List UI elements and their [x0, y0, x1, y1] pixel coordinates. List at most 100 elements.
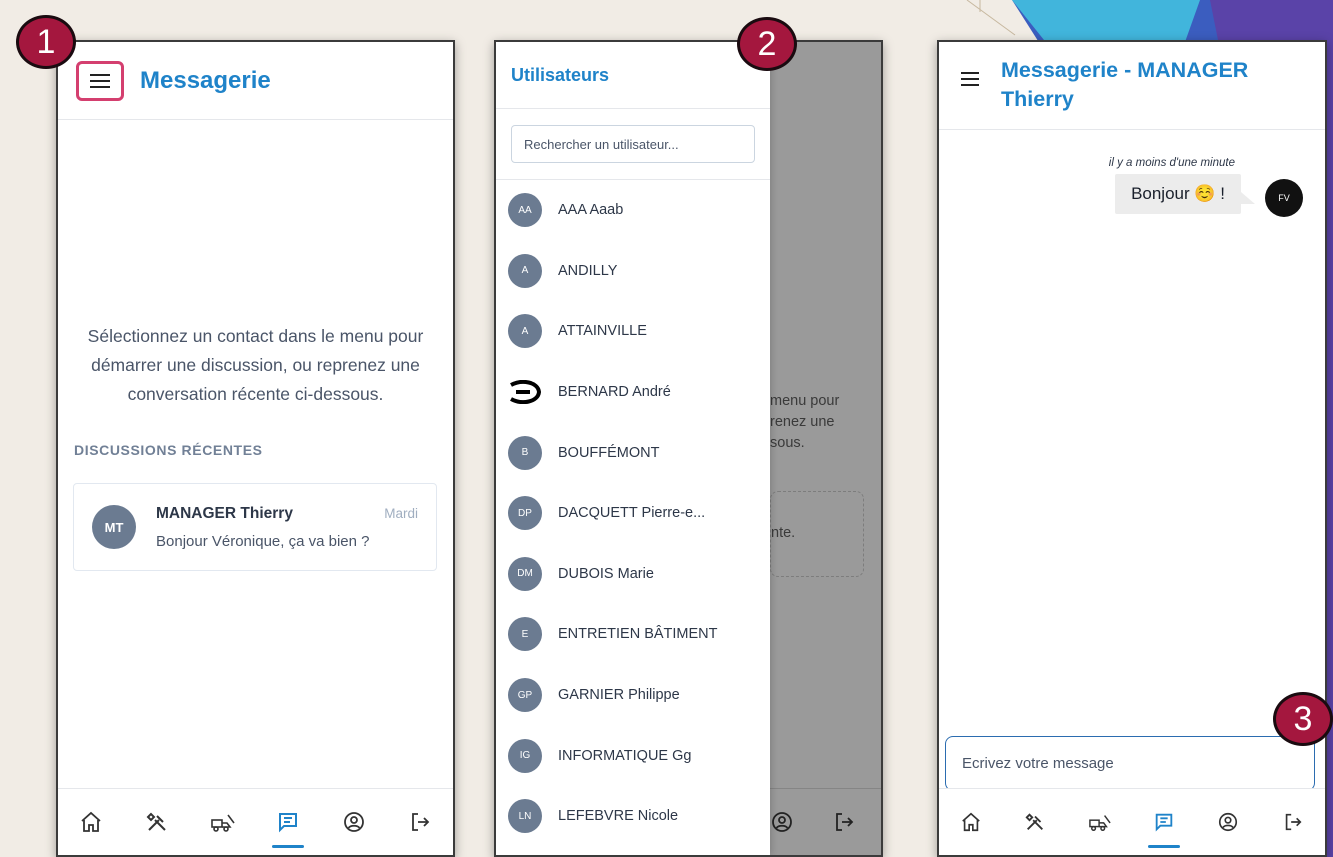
profile-icon: [1219, 812, 1238, 832]
avatar: A: [508, 253, 542, 288]
avatar: [508, 375, 542, 409]
avatar: IG: [508, 738, 542, 773]
user-name: DUBOIS Marie: [558, 565, 654, 582]
screen-conversation: Messagerie - MANAGER Thierry il y a moin…: [937, 40, 1327, 857]
message-bubble: Bonjour ☺️ !: [1115, 174, 1255, 214]
nav-logout[interactable]: [400, 792, 440, 852]
drawer-header: Utilisateurs: [496, 42, 770, 109]
screen-messages-home: Messagerie Sélectionnez un contact dans …: [56, 40, 455, 857]
nav-messages[interactable]: [1144, 792, 1184, 852]
nav-messages[interactable]: [268, 792, 308, 852]
user-item[interactable]: IG INFORMATIQUE Gg: [496, 725, 770, 786]
messages-icon: [1155, 813, 1173, 832]
obscured-text: menu pour renez une sous.: [770, 391, 839, 454]
step-badge-3: 3: [1273, 692, 1333, 746]
page-title-line: Messagerie - MANAGER: [1001, 58, 1249, 82]
nav-tools[interactable]: [1015, 792, 1055, 852]
nav-home[interactable]: [71, 792, 111, 852]
vehicles-icon: [1088, 815, 1111, 831]
obscured-text-line: sous.: [770, 435, 805, 451]
page-title: Messagerie - MANAGER Thierry: [1001, 56, 1248, 114]
avatar: A: [508, 314, 542, 349]
user-name: INFORMATIQUE Gg: [558, 747, 692, 764]
conversation-day: Mardi: [384, 506, 418, 521]
message-meta: il y a moins d'une minute: [1109, 157, 1299, 169]
logout-icon: [836, 813, 854, 831]
vehicles-icon: [210, 814, 235, 832]
avatar: E: [508, 617, 542, 652]
user-name: ENTRETIEN BÂTIMENT: [558, 626, 718, 643]
empty-state-text: Sélectionnez un contact dans le menu pou…: [58, 322, 453, 409]
empty-text-line: démarrer une discussion, ou reprenez une: [91, 355, 420, 375]
user-name: AAA Aaab: [558, 202, 624, 219]
nav-profile[interactable]: [1208, 792, 1248, 852]
recent-conversation-item[interactable]: MT MANAGER Thierry Mardi Bonjour Véroniq…: [73, 483, 437, 571]
home-icon: [81, 811, 101, 832]
user-name: GARNIER Philippe: [558, 687, 680, 704]
menu-button[interactable]: [76, 60, 124, 101]
nav-logout[interactable]: [1273, 792, 1313, 852]
user-name: ATTAINVILLE: [558, 323, 647, 340]
profile-icon: [772, 812, 792, 832]
user-name: BOUFFÉMONT: [558, 444, 660, 461]
user-item[interactable]: E ENTRETIEN BÂTIMENT: [496, 604, 770, 665]
empty-text-line: conversation récente ci-dessous.: [127, 384, 384, 404]
message-input[interactable]: [946, 737, 1314, 790]
sender-avatar: FV: [1265, 179, 1303, 217]
user-item[interactable]: AA AAA Aaab: [496, 180, 770, 241]
messages-icon: [279, 813, 298, 833]
bottom-nav: [939, 788, 1325, 855]
nav-tools[interactable]: [137, 792, 177, 852]
obscured-text-line: menu pour: [770, 393, 840, 409]
user-item[interactable]: BERNARD André: [496, 362, 770, 423]
page-title: Messagerie: [140, 66, 271, 94]
last-message: Bonjour Véronique, ça va bien ?: [156, 532, 370, 550]
obscured-box-text: nte.: [771, 525, 796, 541]
menu-button[interactable]: [957, 72, 983, 86]
user-item[interactable]: LN LEFEBVRE Nicole: [496, 786, 770, 847]
custom-logo-icon: [510, 380, 542, 405]
obscured-box: nte.: [770, 491, 864, 577]
avatar: LN: [508, 799, 542, 834]
page-title-line: Thierry: [1001, 87, 1074, 111]
tools-icon: [146, 812, 166, 831]
app-header: Messagerie: [58, 42, 453, 120]
message-time: il y a moins d'une minute: [1108, 157, 1235, 169]
user-name: BERNARD André: [558, 384, 671, 401]
step-badge-2: 2: [737, 17, 797, 71]
step-badge-1: 1: [16, 15, 76, 69]
user-item[interactable]: DP DACQUETT Pierre-e...: [496, 483, 770, 544]
nav-vehicles[interactable]: [203, 792, 243, 852]
user-search-input[interactable]: [511, 125, 755, 163]
user-name: DACQUETT Pierre-e...: [558, 505, 706, 522]
avatar: DP: [508, 496, 542, 531]
drawer-title: Utilisateurs: [511, 64, 610, 85]
empty-text-line: Sélectionnez un contact dans le menu pou…: [87, 326, 424, 346]
logout-icon: [1285, 813, 1302, 831]
obscured-nav: [770, 788, 881, 855]
avatar: DM: [508, 556, 542, 591]
drawer-backdrop[interactable]: menu pour renez une sous. nte.: [770, 42, 881, 855]
bottom-nav: [58, 788, 453, 855]
tools-icon: [1025, 813, 1044, 830]
user-search: [496, 109, 770, 180]
avatar: B: [508, 435, 542, 470]
user-item[interactable]: DM DUBOIS Marie: [496, 544, 770, 605]
profile-icon: [344, 812, 365, 832]
user-item[interactable]: GP GARNIER Philippe: [496, 665, 770, 726]
user-list: AA AAA Aaab A ANDILLY A ATTAINVILLE BERNARD…: [496, 180, 770, 847]
avatar: AA: [508, 193, 542, 228]
hamburger-icon: [961, 72, 979, 86]
user-item[interactable]: A ATTAINVILLE: [496, 301, 770, 362]
users-drawer: Utilisateurs AA AAA Aaab A ANDILLY A ATTAIN…: [496, 42, 770, 855]
user-item[interactable]: B BOUFFÉMONT: [496, 422, 770, 483]
nav-home[interactable]: [951, 792, 991, 852]
user-item[interactable]: A ANDILLY: [496, 241, 770, 302]
nav-profile[interactable]: [334, 792, 374, 852]
app-header: Messagerie - MANAGER Thierry: [939, 42, 1325, 130]
screen-users-drawer: menu pour renez une sous. nte. Utilisate…: [494, 40, 883, 857]
obscured-text-line: renez une: [770, 414, 835, 430]
nav-vehicles[interactable]: [1080, 792, 1120, 852]
avatar: MT: [92, 505, 136, 549]
recent-discussions-label: DISCUSSIONS RÉCENTES: [74, 442, 263, 458]
